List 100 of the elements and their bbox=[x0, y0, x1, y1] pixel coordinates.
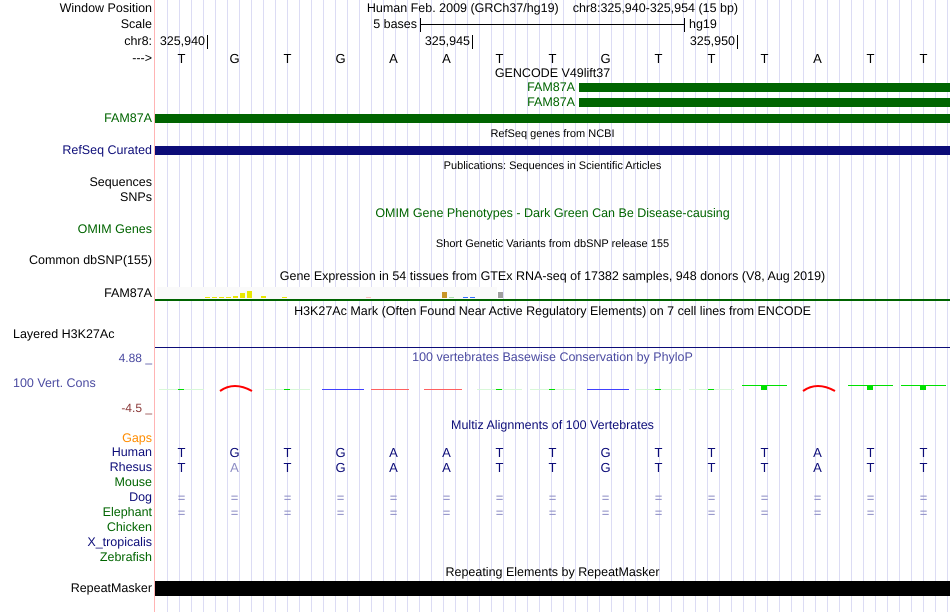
base-letter: = bbox=[496, 491, 504, 504]
track-label[interactable]: Elephant bbox=[102, 506, 152, 519]
base-letter: = bbox=[760, 506, 768, 519]
track-label[interactable]: Zebrafish bbox=[100, 551, 152, 564]
base-letter: = bbox=[442, 491, 450, 504]
base-letter: T bbox=[760, 461, 768, 474]
base-letter: T bbox=[284, 461, 292, 474]
base-letter: A bbox=[813, 461, 822, 474]
base-letter: = bbox=[548, 491, 556, 504]
base-letter: T bbox=[548, 52, 556, 64]
base-letter: A bbox=[389, 446, 398, 459]
position-text: chr8:325,940-325,954 (15 bp) bbox=[572, 2, 738, 14]
base-letter: T bbox=[284, 52, 292, 64]
base-letter: = bbox=[390, 506, 398, 519]
base-letter: G bbox=[229, 446, 240, 459]
track-label[interactable]: FAM87A bbox=[104, 112, 152, 124]
track-label[interactable]: ---> bbox=[132, 52, 152, 64]
base-letter: T bbox=[654, 52, 662, 64]
track-title: Multiz Alignments of 100 Vertebrates bbox=[451, 418, 654, 432]
base-letter: T bbox=[920, 461, 928, 474]
base-letter: T bbox=[866, 446, 874, 459]
base-letter: = bbox=[230, 491, 238, 504]
track-title: 100 vertebrates Basewise Conservation by PhyloP bbox=[411, 351, 694, 364]
base-letter: = bbox=[336, 506, 344, 519]
track-label[interactable]: Mouse bbox=[114, 476, 152, 489]
track-title: OMIM Gene Phenotypes - Dark Green Can Be Disease-causing bbox=[375, 207, 730, 220]
track-label[interactable]: Rhesus bbox=[110, 461, 152, 474]
track-label[interactable]: 100 Vert. Cons bbox=[0, 376, 96, 390]
base-letter: T bbox=[654, 446, 662, 459]
base-letter: = bbox=[548, 506, 556, 519]
base-letter: = bbox=[920, 491, 928, 504]
track-label[interactable]: RepeatMasker bbox=[70, 582, 152, 594]
scale-text: 5 bases bbox=[373, 18, 418, 31]
base-letter: T bbox=[708, 461, 716, 474]
base-letter: = bbox=[496, 506, 504, 519]
base-letter: A bbox=[442, 52, 451, 64]
track-label[interactable]: Scale bbox=[120, 18, 152, 31]
track-label[interactable]: Layered H3K27Ac bbox=[13, 328, 114, 340]
axis-max-label: 4.88 _ bbox=[118, 352, 152, 364]
base-letter: = bbox=[708, 491, 716, 504]
track-title: GENCODE V49lift37 bbox=[494, 66, 610, 80]
base-letter: T bbox=[866, 461, 874, 474]
base-letter: = bbox=[284, 506, 292, 519]
base-letter: T bbox=[920, 52, 928, 64]
track-note: Publications: Sequences in Scientific Articles bbox=[444, 161, 662, 172]
base-letter: A bbox=[813, 52, 822, 64]
base-letter: A bbox=[442, 461, 451, 474]
base-letter: = bbox=[442, 506, 450, 519]
track-label[interactable]: X_tropicalis bbox=[87, 536, 152, 549]
position-tick: 325,940 bbox=[160, 34, 208, 48]
base-letter: = bbox=[602, 506, 610, 519]
track-title: Gene Expression in 54 tissues from GTEx RNA-seq of 17382 samples, 948 donors (V8, Aug 2019) bbox=[280, 270, 826, 283]
track-label[interactable]: Chicken bbox=[106, 521, 152, 534]
axis-min-label: -4.5 _ bbox=[121, 402, 152, 414]
base-letter: G bbox=[335, 52, 346, 64]
position-tick: 325,945 bbox=[424, 34, 473, 48]
base-letter: = bbox=[178, 491, 186, 504]
track-label[interactable]: OMIM Genes bbox=[78, 222, 152, 236]
base-letter: G bbox=[600, 446, 611, 459]
track-title: Repeating Elements by RepeatMasker bbox=[445, 566, 660, 579]
track-label[interactable]: Common dbSNP(155) bbox=[29, 254, 152, 266]
base-letter: T bbox=[178, 461, 186, 474]
gene-label[interactable]: FAM87A bbox=[527, 81, 579, 94]
track-note: RefSeq genes from NCBI bbox=[490, 129, 615, 140]
base-letter: A bbox=[389, 461, 398, 474]
base-letter: G bbox=[600, 461, 611, 474]
base-letter: = bbox=[654, 491, 662, 504]
base-letter: = bbox=[866, 491, 874, 504]
base-letter: G bbox=[335, 461, 346, 474]
base-letter: T bbox=[708, 52, 716, 64]
track-label[interactable]: Sequences bbox=[89, 176, 152, 189]
base-letter: = bbox=[866, 506, 874, 519]
base-letter: A bbox=[442, 446, 451, 459]
track-label[interactable]: Window Position bbox=[60, 2, 152, 14]
position-tick: 325,950 bbox=[690, 34, 738, 48]
gene-label[interactable]: FAM87A bbox=[527, 96, 579, 109]
base-letter: T bbox=[496, 52, 504, 64]
assembly-label: hg19 bbox=[688, 18, 718, 31]
base-letter: T bbox=[920, 446, 928, 459]
base-letter: T bbox=[760, 446, 768, 459]
base-letter: G bbox=[335, 446, 346, 459]
track-label[interactable]: SNPs bbox=[120, 191, 152, 204]
base-letter: = bbox=[708, 506, 716, 519]
base-letter: T bbox=[866, 52, 874, 64]
track-label[interactable]: Dog bbox=[129, 491, 152, 504]
base-letter: T bbox=[548, 461, 556, 474]
base-letter: = bbox=[390, 491, 398, 504]
track-label[interactable]: Human bbox=[112, 446, 152, 459]
track-note: Short Genetic Variants from dbSNP release 155 bbox=[436, 238, 670, 250]
base-letter: = bbox=[920, 506, 928, 519]
repeat-bar[interactable] bbox=[155, 580, 950, 596]
track-label[interactable]: FAM87A bbox=[104, 287, 152, 300]
base-letter: = bbox=[284, 491, 292, 504]
track-label[interactable]: chr8: bbox=[124, 35, 152, 48]
base-letter: T bbox=[496, 461, 504, 474]
assembly-name: Human Feb. 2009 (GRCh37/hg19) bbox=[366, 2, 559, 14]
base-letter: T bbox=[178, 446, 186, 459]
base-letter: A bbox=[813, 446, 822, 459]
base-letter: T bbox=[760, 52, 768, 64]
track-label[interactable]: RefSeq Curated bbox=[62, 144, 152, 157]
